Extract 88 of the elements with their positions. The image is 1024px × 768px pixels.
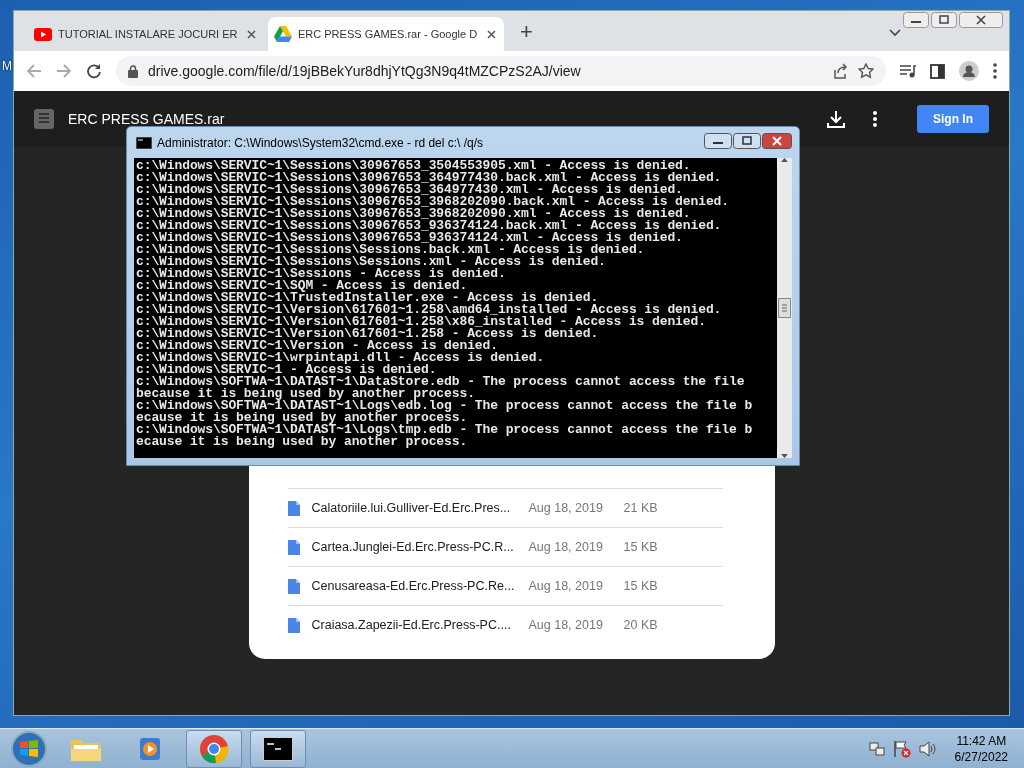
console-icon	[136, 136, 152, 149]
file-row[interactable]: Craiasa.Zapezii-Ed.Erc.Press-PC.... Aug 18, 2019 20 KB	[287, 605, 723, 644]
console-line: c:\Windows\SERVIC~1\Sessions - Access is denied.	[136, 268, 507, 280]
console-line: c:\Windows\SERVIC~1\Sessions\30967653_3504553905.xml - Access is denied.	[136, 160, 691, 172]
download-icon[interactable]	[827, 110, 845, 128]
file-size: 15 KB	[623, 540, 658, 554]
document-icon	[287, 578, 300, 594]
close-icon[interactable]	[959, 12, 1003, 28]
console-line: c:\Windows\SERVIC~1\SQM - Access is denied.	[136, 280, 468, 292]
archive-icon	[34, 109, 54, 129]
more-icon[interactable]	[993, 63, 997, 79]
console-line: c:\Windows\SERVIC~1\Version\617601~1.258\x86_installed - Access is denied.	[136, 316, 707, 328]
console-line: c:\Windows\SERVIC~1\Sessions\30967653_936374124.xml - Access is denied.	[136, 232, 684, 244]
star-icon[interactable]	[858, 63, 874, 79]
maximize-icon[interactable]	[733, 133, 761, 149]
console-line: c:\Windows\SERVIC~1\Sessions\Sessions.xml - Access is denied.	[136, 256, 607, 268]
console-line: ecause it is being used by another process.	[136, 412, 469, 424]
document-icon	[287, 539, 300, 555]
file-row[interactable]: Calatoriile.lui.Gulliver-Ed.Erc.Pres... Aug 18, 2019 21 KB	[287, 488, 723, 527]
console-line: c:\Windows\SERVIC~1\Sessions\30967653_936374124.back.xml - Access is denied.	[136, 220, 723, 232]
side-panel-icon[interactable]	[930, 63, 945, 79]
console-line: c:\Windows\SERVIC~1\Sessions\30967653_364977430.xml - Access is denied.	[136, 184, 683, 196]
console-line: c:\Windows\SERVIC~1\Sessions\30967653_3968202090.back.xml - Access is denied.	[136, 196, 730, 208]
console-line: c:\Windows\SOFTWA~1\DATAST~1\Logs\tmp.edb - The process cannot access the file b	[136, 424, 754, 436]
play-icon	[34, 27, 52, 41]
clock[interactable]: 11:42 AM 6/27/2022	[954, 733, 1008, 765]
file-date: Aug 18, 2019	[528, 579, 604, 593]
more-icon[interactable]	[873, 111, 877, 127]
console-line: c:\Windows\SERVIC~1 - Access is denied.	[136, 364, 437, 376]
reload-icon[interactable]	[86, 63, 102, 79]
start-button[interactable]	[8, 730, 50, 768]
file-date: Aug 18, 2019	[528, 540, 604, 554]
console-line: c:\Windows\SERVIC~1\Sessions\Sessions.back.xml - Access is denied.	[136, 244, 646, 256]
file-title: ERC PRESS GAMES.rar	[68, 111, 226, 127]
document-icon	[287, 617, 300, 633]
scrollbar[interactable]	[777, 158, 792, 458]
file-name: Calatoriile.lui.Gulliver-Ed.Erc.Pres...	[311, 501, 512, 515]
file-name: Craiasa.Zapezii-Ed.Erc.Press-PC....	[311, 618, 512, 632]
console-line: c:\Windows\SOFTWA~1\DATAST~1\DataStore.edb - The process cannot access the file	[136, 376, 746, 388]
scroll-down-icon[interactable]	[781, 454, 788, 458]
minimize-icon[interactable]	[903, 12, 929, 28]
close-icon[interactable]	[762, 133, 792, 149]
console-line: ecause it is being used by another process.	[136, 436, 469, 448]
file-name: Cenusareasa-Ed.Erc.Press-PC.Re...	[311, 579, 516, 593]
console-line: c:\Windows\SERVIC~1\Sessions\30967653_364977430.back.xml - Access is denied.	[136, 172, 723, 184]
file-row[interactable]: Cenusareasa-Ed.Erc.Press-PC.Re... Aug 18, 2019 15 KB	[287, 566, 723, 605]
play-icon	[138, 736, 162, 762]
console-line: c:\Windows\SERVIC~1\wrpintapi.dll - Access is denied.	[136, 352, 546, 364]
address-bar[interactable]: drive.google.com/file/d/19jBBekYur8dhjYtQg3N9q4tMZCPzS2AJ/view	[116, 56, 886, 86]
console-line: c:\Windows\SERVIC~1\Sessions\30967653_3968202090.xml - Access is denied.	[136, 208, 691, 220]
console-line: c:\Windows\SOFTWA~1\DATAST~1\Logs\edb.log - The process cannot access the file b	[136, 400, 754, 412]
minimize-icon[interactable]	[704, 133, 732, 149]
media-queue-icon[interactable]	[900, 64, 916, 78]
document-icon	[287, 500, 300, 516]
file-name: Cartea.Junglei-Ed.Erc.Press-PC.R...	[311, 540, 515, 554]
profile-icon[interactable]	[959, 61, 979, 81]
browser-tab[interactable]: ERC PRESS GAMES.rar - Google D	[268, 17, 504, 51]
scroll-thumb-icon[interactable]	[778, 298, 791, 318]
browser-logo-icon	[199, 734, 229, 764]
console-line: c:\Windows\SERVIC~1\Version\617601~1.258\amd64_installed - Access is denied.	[136, 304, 723, 316]
flag-icon[interactable]	[892, 740, 911, 758]
sign-in-button[interactable]: Sign In	[917, 105, 989, 133]
close-icon[interactable]	[487, 29, 496, 39]
scroll-up-icon[interactable]	[781, 158, 788, 162]
console-icon	[263, 737, 293, 761]
console-line: c:\Windows\SERVIC~1\TrustedInstaller.exe - Access is denied.	[136, 292, 599, 304]
taskbar-button[interactable]	[250, 730, 306, 768]
file-date: Aug 18, 2019	[528, 618, 604, 632]
console-line: c:\Windows\SERVIC~1\Version - Access is denied.	[136, 340, 498, 352]
network-icon[interactable]	[868, 741, 885, 757]
file-row[interactable]: Cartea.Junglei-Ed.Erc.Press-PC.R... Aug 18, 2019 15 KB	[287, 527, 723, 566]
file-date: Aug 18, 2019	[528, 501, 604, 515]
file-size: 20 KB	[623, 618, 658, 632]
share-icon[interactable]	[832, 63, 848, 79]
console-line: c:\Windows\SERVIC~1\Version\617601~1.258 - Access is denied.	[136, 328, 600, 340]
lock-icon	[128, 64, 138, 78]
maximize-icon[interactable]	[931, 12, 957, 28]
browser-tab[interactable]: TUTORIAL INSTALARE JOCURI ER	[28, 17, 264, 51]
desktop-icon-label: M	[2, 59, 12, 73]
speaker-icon[interactable]	[918, 741, 937, 757]
file-size: 21 KB	[623, 501, 658, 515]
new-tab-button[interactable]: +	[516, 19, 537, 45]
window-title: Administrator: C:\Windows\System32\cmd.exe - rd del c:\ /q/s	[157, 135, 485, 150]
console-line: because it is being used by another process.	[136, 388, 475, 400]
close-icon[interactable]	[247, 29, 256, 39]
file-size: 15 KB	[623, 579, 658, 593]
triangle-logo-icon	[274, 26, 292, 42]
chevron-down-icon[interactable]	[889, 29, 901, 37]
